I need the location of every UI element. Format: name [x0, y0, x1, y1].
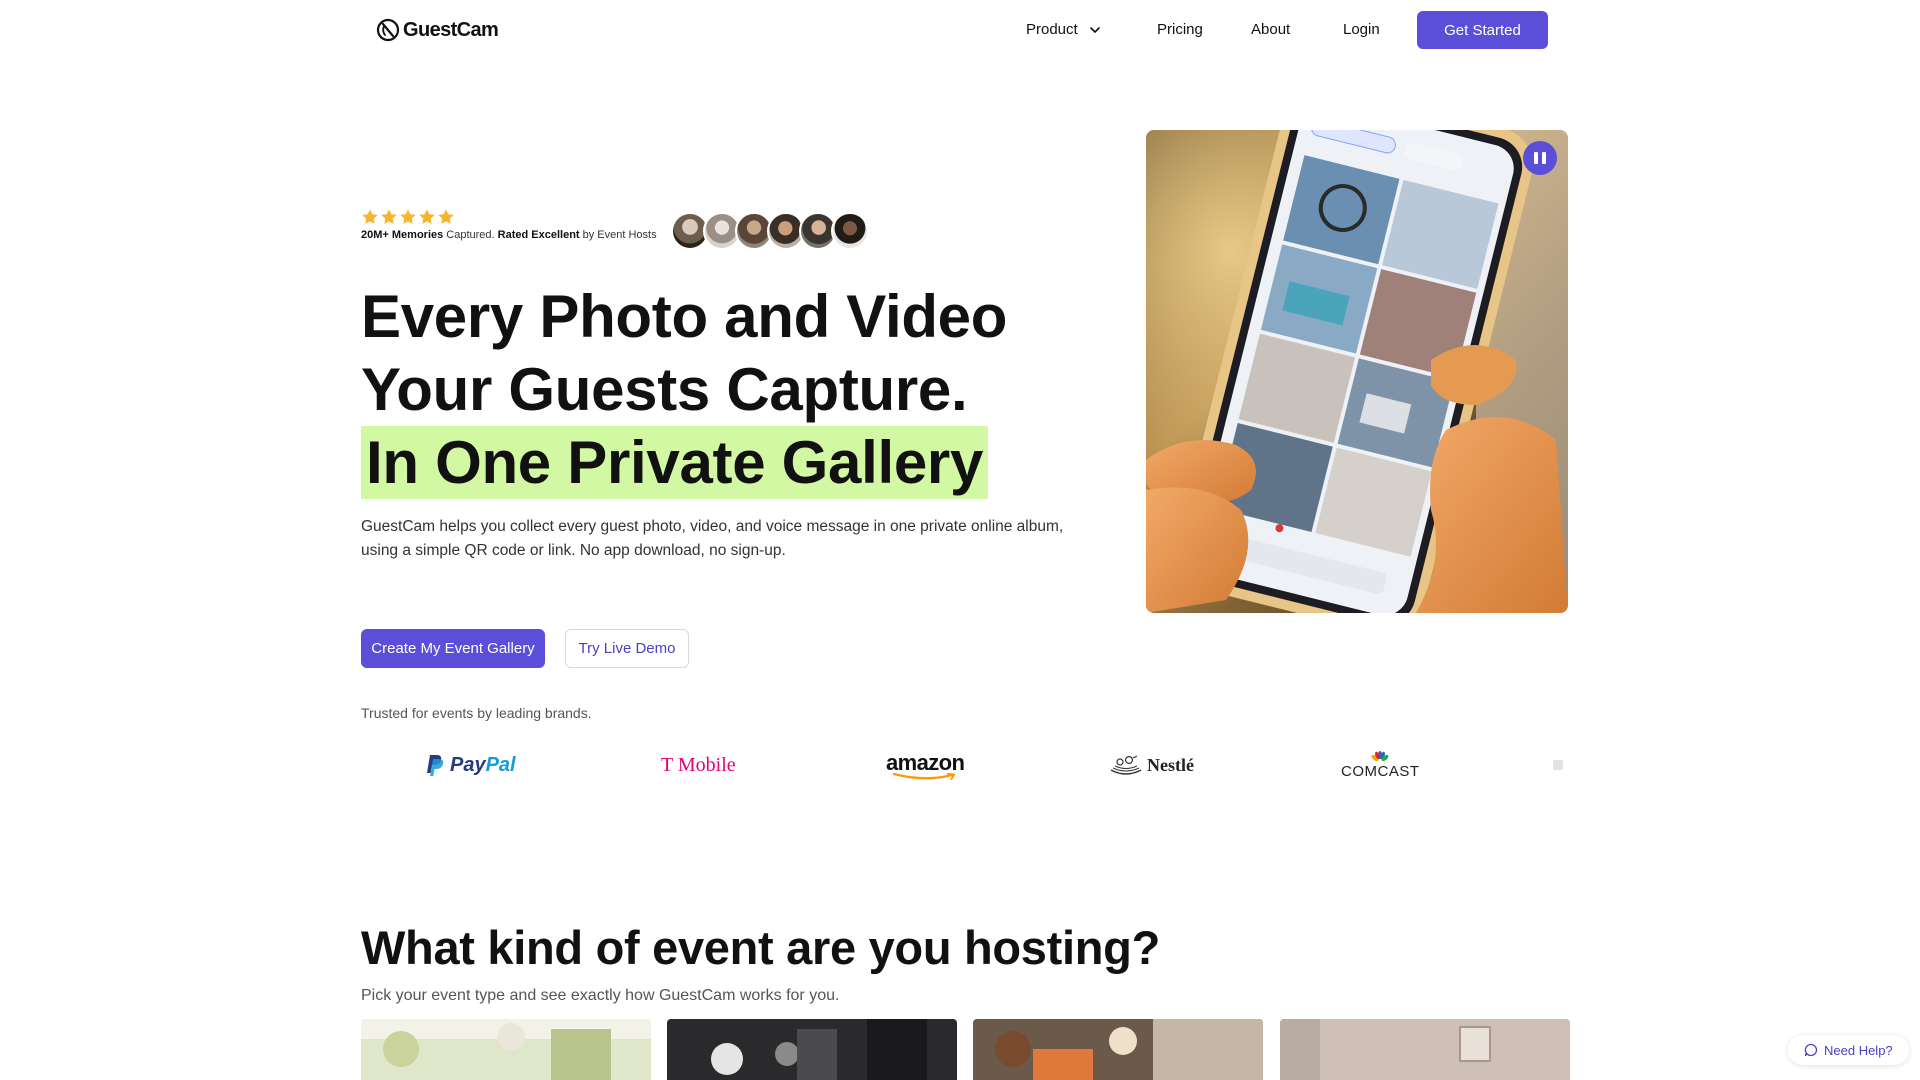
- need-help-button[interactable]: Need Help?: [1788, 1035, 1909, 1065]
- events-title: What kind of event are you hosting?: [361, 921, 1160, 974]
- pause-button[interactable]: [1523, 141, 1557, 175]
- host-avatars: [671, 212, 869, 250]
- nav-product[interactable]: Product: [1026, 21, 1102, 38]
- nav-pricing[interactable]: Pricing: [1157, 21, 1203, 38]
- faded-brand-logo: [1551, 740, 1565, 790]
- comcast-logo: COMCAST: [1341, 740, 1420, 790]
- rating-hosts: by Event Hosts: [579, 229, 657, 241]
- need-help-label: Need Help?: [1824, 1042, 1893, 1058]
- peacock-icon: [1371, 750, 1389, 761]
- get-started-button[interactable]: Get Started: [1417, 11, 1548, 49]
- nav-login-label: Login: [1343, 21, 1380, 38]
- faded-logo-icon: [1553, 760, 1563, 770]
- chat-bubble-icon: [1804, 1043, 1818, 1057]
- headline-line-2: Your Guests Capture.: [361, 356, 968, 423]
- event-card-corporate[interactable]: [973, 1019, 1263, 1080]
- headline-highlight: In One Private Gallery: [361, 426, 989, 499]
- avatar: [831, 212, 869, 250]
- star-icon: [381, 209, 397, 224]
- rating-block: 20M+ Memories Captured. Rated Excellent …: [361, 208, 657, 241]
- logo-text: GuestCam: [403, 18, 499, 41]
- star-rating: [361, 208, 657, 226]
- pause-icon: [1534, 152, 1546, 164]
- nav-product-label: Product: [1026, 21, 1078, 38]
- star-icon: [362, 209, 378, 224]
- nav-about[interactable]: About: [1251, 21, 1290, 38]
- comcast-text: COMCAST: [1341, 762, 1420, 780]
- nestle-logo: Nestlé: [1109, 740, 1194, 790]
- event-card-image: [1280, 1019, 1570, 1080]
- events-subtitle: Pick your event type and see exactly how…: [361, 987, 840, 1004]
- rating-text: 20M+ Memories Captured. Rated Excellent …: [361, 229, 657, 241]
- phone-in-hand-image: [1146, 130, 1568, 613]
- rating-excellent: Rated Excellent: [497, 229, 580, 241]
- star-icon: [438, 209, 454, 224]
- tmobile-logo: T Mobile: [661, 753, 736, 776]
- guestcam-logo-icon: [376, 18, 400, 42]
- chevron-down-icon: [1089, 26, 1100, 33]
- event-card-image: [667, 1019, 957, 1080]
- event-card-image: [973, 1019, 1263, 1080]
- event-card-wedding[interactable]: [361, 1019, 651, 1080]
- create-gallery-button[interactable]: Create My Event Gallery: [361, 629, 545, 668]
- nav-pricing-label: Pricing: [1157, 21, 1203, 38]
- nav-about-label: About: [1251, 21, 1291, 38]
- amazon-logo: amazon: [886, 740, 965, 790]
- hero-subtext: GuestCam helps you collect every guest p…: [361, 518, 1064, 559]
- event-card-party[interactable]: [667, 1019, 957, 1080]
- site-header: GuestCam Product Pricing About Login Get…: [0, 0, 1920, 60]
- paypal-icon: [427, 755, 444, 776]
- brand-logos: PayPal T Mobile amazon Nestlé COMCAST: [361, 740, 1568, 790]
- event-card-birthday[interactable]: [1280, 1019, 1570, 1080]
- nav-login[interactable]: Login: [1343, 21, 1380, 38]
- star-icon: [400, 209, 416, 224]
- hero-video[interactable]: [1146, 130, 1568, 613]
- headline-line-1: Every Photo and Video: [361, 283, 1008, 350]
- nest-icon: [1110, 755, 1142, 775]
- star-icon: [419, 209, 435, 224]
- logo[interactable]: GuestCam: [376, 18, 499, 42]
- amazon-smile-icon: [892, 772, 956, 780]
- nestle-text: Nestlé: [1147, 754, 1194, 775]
- rating-memories: 20M+ Memories: [361, 229, 444, 241]
- live-demo-button[interactable]: Try Live Demo: [565, 629, 689, 668]
- hero-headline: Every Photo and Video Your Guests Captur…: [361, 280, 1007, 499]
- paypal-logo: PayPal: [426, 740, 516, 790]
- trusted-text: Trusted for events by leading brands.: [361, 705, 592, 721]
- rating-captured: Captured.: [443, 229, 498, 241]
- paypal-text-pay: Pay: [450, 753, 486, 776]
- paypal-text-pal: Pal: [485, 753, 516, 776]
- event-card-image: [361, 1019, 651, 1080]
